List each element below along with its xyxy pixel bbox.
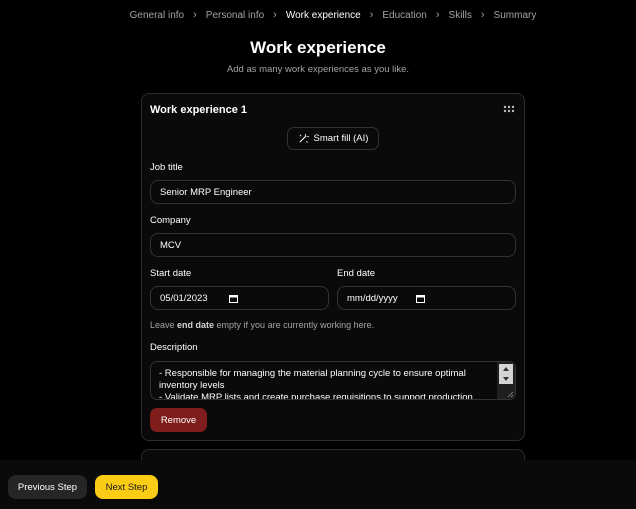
chevron-right-icon: › (369, 9, 374, 21)
scroll-up-button[interactable] (499, 364, 513, 374)
start-date-label: Start date (150, 268, 192, 279)
company-label: Company (150, 215, 191, 226)
calendar-icon[interactable] (229, 294, 238, 303)
hint-prefix: Leave (150, 320, 178, 330)
resize-grip-icon[interactable] (506, 390, 514, 398)
remove-button[interactable]: Remove (150, 408, 207, 432)
chevron-right-icon: › (435, 9, 440, 21)
end-date-hint: Leave end date empty if you are currentl… (150, 320, 374, 330)
chevron-right-icon: › (480, 9, 485, 21)
description-label: Description (150, 342, 198, 353)
breadcrumb-general-info[interactable]: General info (130, 10, 184, 21)
smart-fill-label: Smart fill (AI) (313, 133, 369, 144)
description-value: - Responsible for managing the material … (159, 368, 473, 400)
breadcrumb-work-experience[interactable]: Work experience (286, 10, 361, 21)
card-title: Work experience 1 (150, 104, 248, 116)
smart-fill-button[interactable]: Smart fill (AI) (287, 127, 379, 150)
page-subtitle: Add as many work experiences as you like… (226, 64, 410, 75)
breadcrumb-education[interactable]: Education (382, 10, 426, 21)
step-footer: Previous Step Next Step (0, 460, 636, 509)
arrow-up-icon (503, 367, 509, 371)
work-experience-card: Work experience 1 Smart fill (AI) Job ti… (141, 93, 525, 441)
scroll-down-button[interactable] (499, 374, 513, 384)
breadcrumb: General info › Personal info › Work expe… (0, 9, 636, 21)
breadcrumb-summary[interactable]: Summary (494, 10, 537, 21)
job-title-value: Senior MRP Engineer (160, 186, 252, 198)
resume-builder-page: General info › Personal info › Work expe… (0, 0, 636, 509)
page-title: Work experience (250, 38, 386, 57)
next-step-button[interactable]: Next Step (95, 475, 158, 499)
company-input[interactable]: MCV (150, 233, 516, 257)
end-date-input[interactable]: mm/dd/yyyy (337, 286, 516, 310)
calendar-icon[interactable] (416, 294, 425, 303)
start-date-value: 05/01/2023 (160, 292, 208, 304)
end-date-label: End date (337, 268, 376, 279)
company-value: MCV (160, 239, 182, 251)
breadcrumb-personal-info[interactable]: Personal info (206, 10, 264, 21)
start-date-input[interactable]: 05/01/2023 (150, 286, 329, 310)
description-textarea[interactable]: - Responsible for managing the material … (150, 361, 516, 400)
chevron-right-icon: › (273, 9, 277, 21)
previous-step-button[interactable]: Previous Step (8, 475, 87, 499)
breadcrumb-skills[interactable]: Skills (449, 10, 472, 21)
hint-bold: end date (177, 320, 215, 330)
magic-wand-icon (298, 133, 309, 143)
hint-suffix: empty if you are currently working here. (214, 320, 375, 330)
job-title-label: Job title (150, 162, 183, 173)
end-date-value: mm/dd/yyyy (347, 292, 398, 304)
chevron-right-icon: › (193, 9, 197, 21)
arrow-down-icon (503, 377, 509, 381)
job-title-input[interactable]: Senior MRP Engineer (150, 180, 516, 204)
drag-handle-icon[interactable] (503, 105, 515, 113)
